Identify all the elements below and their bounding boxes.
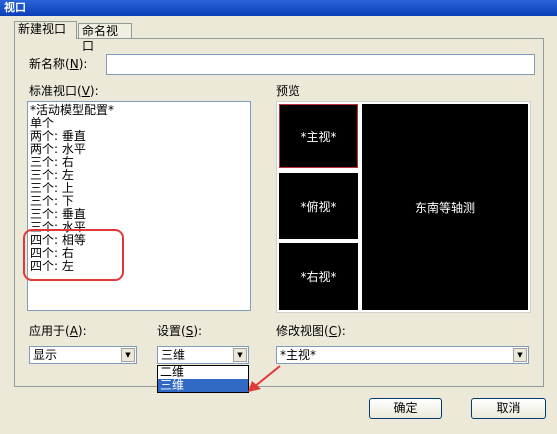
window-title: 视口 [4, 1, 26, 14]
tab-new-viewport[interactable]: 新建视口 [14, 21, 77, 39]
setup-value: 三维 [161, 348, 186, 362]
modify-view-label: 修改视图(C): [276, 324, 346, 338]
setup-option-3d[interactable]: 三维 [158, 379, 248, 392]
setup-label: 设置(S): [157, 324, 203, 338]
preview-viewport-right[interactable]: *右视* [279, 243, 358, 310]
apply-to-label: 应用于(A): [29, 324, 87, 338]
new-name-label: 新名称(N): [29, 57, 88, 71]
preview-viewport-main[interactable]: *主视* [279, 104, 358, 168]
modify-view-value: *主视* [280, 348, 317, 362]
preview-label: 预览 [276, 84, 301, 98]
setup-select[interactable]: 三维 ▼ [157, 346, 249, 364]
dropdown-arrow-icon[interactable]: ▼ [121, 348, 135, 362]
setup-dropdown-list[interactable]: 二维 三维 [157, 365, 249, 393]
standard-viewports-label: 标准视口(V): [29, 84, 99, 98]
list-item[interactable]: *活动模型配置* [30, 104, 248, 117]
red-arrow-line [253, 365, 281, 388]
window-title-bar: 视口 [0, 0, 557, 16]
red-arrow-annotation [248, 365, 281, 392]
preview-viewport-iso[interactable]: 东南等轴测 [362, 104, 528, 310]
apply-to-value: 显示 [33, 348, 58, 362]
preview-viewport-top[interactable]: *俯视* [279, 173, 358, 239]
ok-button[interactable]: 确定 [369, 398, 442, 419]
modify-view-select[interactable]: *主视* ▼ [276, 346, 529, 364]
dropdown-arrow-icon[interactable]: ▼ [233, 348, 247, 362]
dropdown-arrow-icon[interactable]: ▼ [513, 348, 527, 362]
red-highlight-annotation [23, 229, 124, 281]
new-name-input[interactable] [106, 54, 535, 75]
tab-named-viewports[interactable]: 命名视口 [78, 23, 132, 53]
cancel-button[interactable]: 取消 [471, 398, 546, 419]
apply-to-select[interactable]: 显示 ▼ [29, 346, 137, 364]
